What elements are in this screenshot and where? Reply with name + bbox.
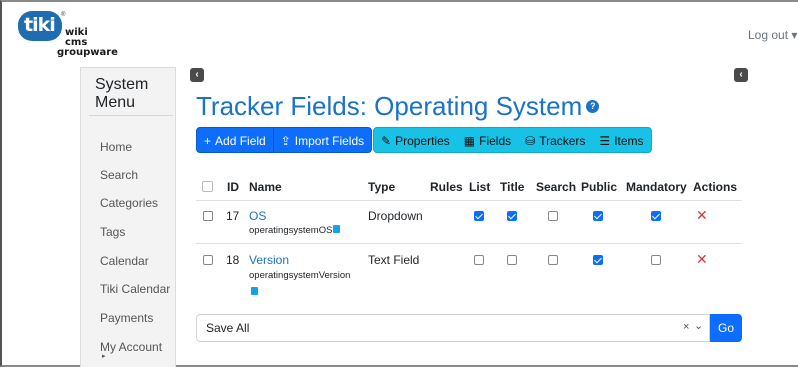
items-button[interactable]: ☰ Items	[592, 128, 650, 152]
field-actions-group: + Add Field ⇪ Import Fields	[196, 127, 373, 153]
properties-button[interactable]: ✎ Properties	[374, 128, 457, 152]
public-checkbox[interactable]	[593, 255, 603, 265]
properties-label: Properties	[395, 134, 450, 148]
table-icon: ▦	[463, 134, 476, 148]
column-header-title[interactable]: Title	[500, 180, 524, 194]
column-header-rules[interactable]: Rules	[430, 180, 463, 194]
system-menu-title-line2: Menu	[95, 94, 136, 111]
logo-text-wiki: wiki	[65, 27, 88, 38]
tiki-logo-badge: tiki	[18, 11, 62, 41]
column-header-actions: Actions	[693, 180, 738, 194]
bulk-action-value: Save All	[206, 321, 250, 335]
search-checkbox[interactable]	[548, 211, 558, 221]
title-checkbox[interactable]	[507, 255, 517, 265]
page-title: Tracker Fields: Operating System?	[196, 91, 600, 122]
bulk-action-select[interactable]: Save All × ⌄	[196, 314, 710, 342]
title-checkbox[interactable]	[507, 211, 517, 221]
help-icon[interactable]: ?	[586, 99, 600, 113]
copy-icon[interactable]	[333, 225, 341, 234]
list-checkbox[interactable]	[474, 255, 484, 265]
fields-button[interactable]: ▦ Fields	[457, 128, 518, 152]
copy-icon[interactable]	[251, 287, 258, 295]
list-checkbox[interactable]	[474, 211, 484, 221]
field-id: 17	[226, 209, 240, 223]
column-header-name[interactable]: Name	[249, 180, 282, 194]
field-name-link[interactable]: OS	[249, 209, 266, 223]
fields-label: Fields	[479, 134, 512, 148]
select-all-checkbox[interactable]	[202, 181, 213, 192]
delete-icon[interactable]: ✕	[696, 207, 708, 224]
trackers-label: Trackers	[539, 134, 586, 148]
sidebar-item-my-account[interactable]: My Account	[100, 340, 162, 354]
menu-divider	[89, 115, 173, 116]
row-select-checkbox[interactable]	[203, 211, 213, 221]
logo-mark: tiki	[24, 14, 56, 36]
plus-icon: +	[204, 134, 212, 148]
mandatory-checkbox[interactable]	[651, 211, 661, 221]
system-menu-title: System Menu	[95, 76, 148, 112]
field-type: Dropdown	[368, 209, 423, 223]
row-select-checkbox[interactable]	[203, 255, 213, 265]
tiki-logo[interactable]: tiki ® wiki cms groupware	[10, 7, 120, 67]
logo-trademark: ®	[61, 12, 66, 18]
sidebar-item-payments[interactable]: Payments	[100, 311, 153, 325]
submenu-caret-icon[interactable]: ▸	[102, 352, 106, 360]
logo-text-groupware: groupware	[57, 47, 118, 58]
sidebar-item-categories[interactable]: Categories	[100, 196, 158, 210]
field-name-link[interactable]: Version	[249, 253, 289, 267]
trackers-button[interactable]: ⛁ Trackers	[518, 128, 592, 152]
field-perm-name-text: operatingsystemOS	[249, 225, 333, 236]
field-perm-name: operatingsystemVersion	[249, 270, 351, 281]
add-field-button[interactable]: + Add Field	[197, 128, 273, 152]
items-label: Items	[614, 134, 644, 148]
row-divider	[196, 243, 742, 244]
sidebar-item-home[interactable]: Home	[100, 140, 132, 154]
database-icon: ⛁	[525, 134, 536, 148]
column-header-mandatory[interactable]: Mandatory	[626, 180, 687, 194]
field-id: 18	[226, 253, 240, 267]
column-header-search[interactable]: Search	[536, 180, 576, 194]
sidebar-item-calendar[interactable]: Calendar	[100, 254, 149, 268]
public-checkbox[interactable]	[593, 211, 603, 221]
sidebar-item-tags[interactable]: Tags	[100, 225, 125, 239]
page-title-text: Tracker Fields: Operating System	[196, 91, 583, 121]
list-icon: ☰	[599, 134, 611, 148]
search-checkbox[interactable]	[548, 255, 558, 265]
clear-selection-icon[interactable]: ×	[683, 321, 689, 333]
logout-link[interactable]: Log out ▾	[748, 28, 797, 42]
column-header-list[interactable]: List	[469, 180, 490, 194]
column-header-id[interactable]: ID	[227, 180, 239, 194]
header-divider	[196, 200, 742, 201]
wrench-icon: ✎	[381, 134, 392, 148]
tracker-nav-group: ✎ Properties ▦ Fields ⛁ Trackers ☰ Items	[373, 127, 652, 153]
go-button[interactable]: Go	[710, 314, 742, 342]
system-menu-title-line1: System	[95, 76, 149, 93]
import-icon: ⇪	[280, 134, 291, 148]
chevron-down-icon[interactable]: ⌄	[694, 319, 703, 332]
import-fields-label: Import Fields	[294, 134, 365, 148]
sidebar-item-tiki-calendar[interactable]: Tiki Calendar	[100, 282, 170, 296]
collapse-right-icon[interactable]: ‹	[734, 68, 748, 82]
column-header-public[interactable]: Public	[581, 180, 617, 194]
delete-icon[interactable]: ✕	[696, 251, 708, 268]
collapse-left-icon[interactable]: ‹	[190, 68, 204, 82]
mandatory-checkbox[interactable]	[651, 255, 661, 265]
import-fields-button[interactable]: ⇪ Import Fields	[272, 128, 371, 152]
column-header-type[interactable]: Type	[368, 180, 395, 194]
field-perm-name: operatingsystemOS	[249, 225, 341, 236]
add-field-label: Add Field	[215, 134, 266, 148]
sidebar-item-search[interactable]: Search	[100, 168, 138, 182]
logo-text-cms: cms	[65, 37, 88, 48]
field-type: Text Field	[368, 253, 420, 267]
